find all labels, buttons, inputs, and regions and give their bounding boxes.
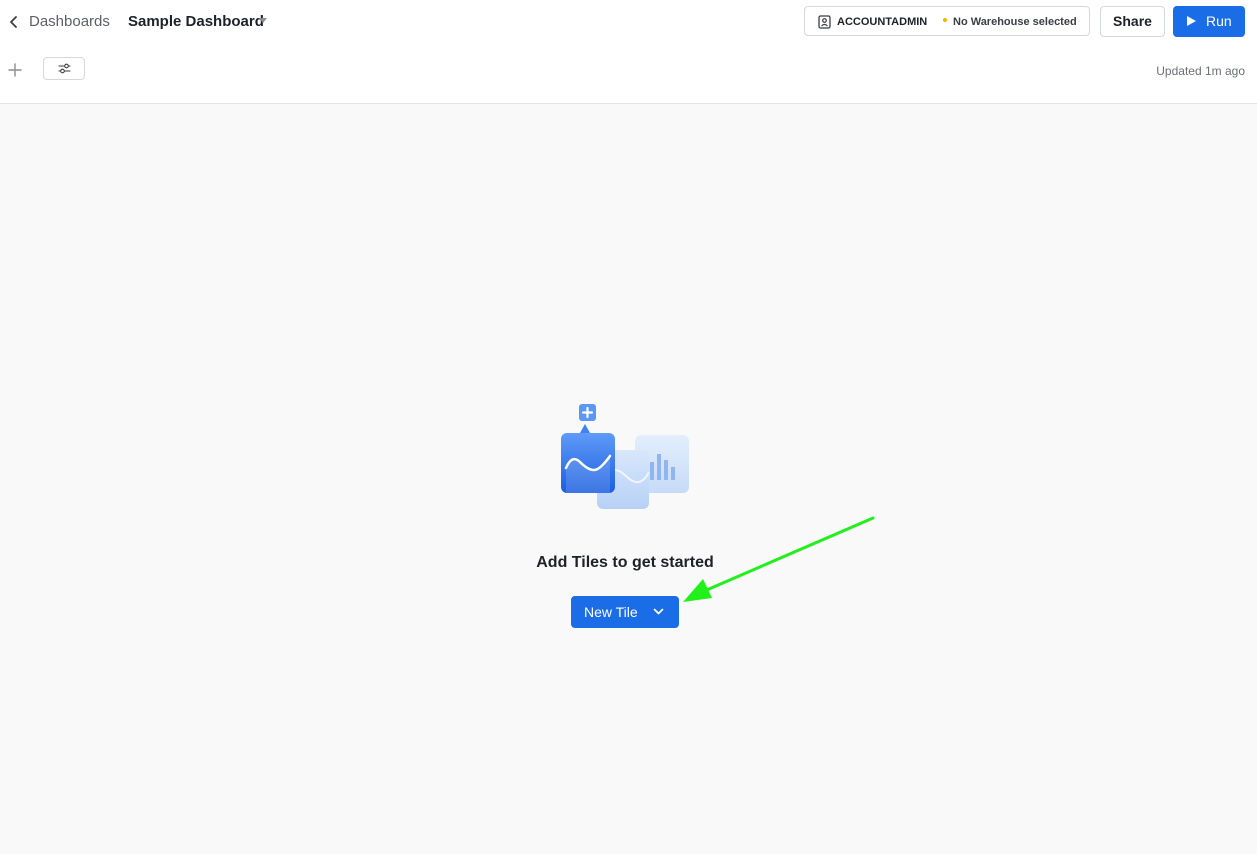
annotation-arrow-icon bbox=[683, 516, 875, 602]
dashboard-header: Dashboards Sample Dashboard ACCOUNTADMIN… bbox=[0, 0, 1257, 104]
filter-button[interactable] bbox=[43, 57, 85, 80]
sliders-icon bbox=[58, 63, 71, 74]
tiles-illustration bbox=[561, 404, 689, 509]
updated-timestamp: Updated 1m ago bbox=[1156, 64, 1245, 78]
header-row-top: Dashboards Sample Dashboard ACCOUNTADMIN… bbox=[0, 0, 1257, 44]
role-badge-icon bbox=[818, 15, 831, 29]
page-title[interactable]: Sample Dashboard bbox=[128, 13, 264, 31]
empty-state-title: Add Tiles to get started bbox=[536, 554, 714, 571]
run-button-label: Run bbox=[1206, 13, 1232, 29]
chevron-down-icon bbox=[653, 608, 664, 615]
warehouse-status-dot bbox=[943, 18, 947, 22]
share-button[interactable]: Share bbox=[1100, 6, 1165, 37]
warehouse-label: No Warehouse selected bbox=[953, 16, 1077, 28]
role-label: ACCOUNTADMIN bbox=[837, 16, 928, 28]
play-icon bbox=[1187, 16, 1196, 26]
run-button[interactable]: Run bbox=[1173, 6, 1245, 37]
breadcrumb-dashboards[interactable]: Dashboards bbox=[29, 13, 110, 31]
new-tile-label: New Tile bbox=[584, 604, 638, 620]
chevron-left-icon[interactable] bbox=[7, 14, 21, 30]
plus-icon[interactable] bbox=[8, 63, 22, 77]
caret-down-icon[interactable] bbox=[259, 18, 267, 23]
context-selector[interactable]: ACCOUNTADMIN No Warehouse selected bbox=[804, 6, 1090, 36]
new-tile-button[interactable]: New Tile bbox=[571, 596, 679, 628]
